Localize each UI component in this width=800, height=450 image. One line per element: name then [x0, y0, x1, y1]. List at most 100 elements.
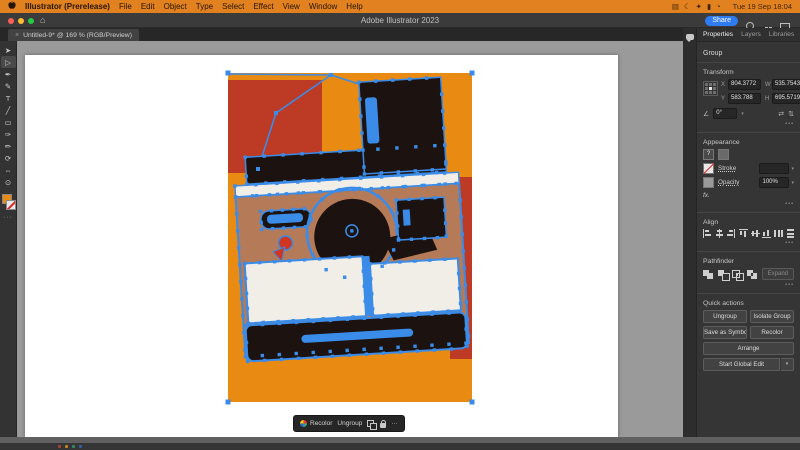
anchor-point[interactable]	[233, 184, 237, 188]
scale-tool-button[interactable]: ⇔	[1, 164, 16, 176]
anchor-point[interactable]	[250, 194, 255, 198]
anchor-point[interactable]	[434, 170, 439, 175]
anchor-point[interactable]	[225, 70, 231, 76]
anchor-point[interactable]	[413, 344, 417, 349]
menu-item-type[interactable]: Type	[196, 2, 213, 11]
dock-app-icon[interactable]	[72, 445, 75, 448]
anchor-point[interactable]	[442, 208, 447, 212]
anchor-point[interactable]	[345, 348, 349, 353]
opacity-link[interactable]: Opacity	[718, 179, 739, 186]
rotate-angle-field[interactable]: 0°	[713, 108, 738, 119]
anchor-point[interactable]	[465, 317, 470, 321]
anchor-point[interactable]	[329, 73, 333, 77]
anchor-point[interactable]	[395, 224, 400, 228]
anchor-point[interactable]	[302, 258, 307, 262]
anchor-point[interactable]	[362, 316, 367, 321]
tab-libraries[interactable]: Libraries	[769, 31, 794, 38]
anchor-point[interactable]	[454, 181, 458, 186]
anchor-point[interactable]	[362, 172, 367, 176]
anchor-point[interactable]	[362, 165, 366, 169]
anchor-point[interactable]	[292, 225, 297, 230]
anchor-point[interactable]	[443, 143, 447, 147]
appearance-more-options[interactable]: •••	[703, 201, 794, 207]
more-tools-button[interactable]: ···	[3, 214, 13, 221]
menu-item-illustrator-prerelease-[interactable]: Illustrator (Prerelease)	[25, 2, 110, 11]
document-tab[interactable]: × Untitled-9* @ 169 % (RGB/Preview)	[8, 29, 139, 41]
anchor-point[interactable]	[361, 148, 365, 152]
anchor-point[interactable]	[338, 149, 342, 154]
anchor-point[interactable]	[245, 182, 249, 187]
opacity-field[interactable]: 100%	[759, 177, 790, 188]
paintbrush-tool-button[interactable]: ✑	[1, 128, 16, 140]
anchor-point[interactable]	[413, 169, 418, 173]
anchor-point[interactable]	[303, 224, 308, 229]
anchor-point[interactable]	[308, 214, 313, 218]
anchor-point[interactable]	[300, 151, 304, 156]
stroke-weight-field[interactable]	[759, 163, 790, 174]
anchor-point[interactable]	[321, 316, 325, 321]
menu-item-file[interactable]: File	[119, 2, 132, 11]
anchor-point[interactable]	[430, 343, 434, 348]
global-edit-dropdown-icon[interactable]: ▾	[781, 358, 794, 371]
recolor-button[interactable]: Recolor	[750, 326, 794, 339]
anchor-point[interactable]	[443, 182, 447, 186]
anchor-point[interactable]	[317, 257, 322, 261]
anchor-point[interactable]	[281, 153, 285, 157]
anchor-point[interactable]	[269, 208, 274, 213]
anchor-point[interactable]	[370, 306, 375, 311]
fx-button[interactable]: fx.	[703, 192, 794, 199]
align-left-icon[interactable]	[703, 229, 711, 238]
anchor-point[interactable]	[422, 236, 427, 241]
anchor-point[interactable]	[430, 168, 435, 172]
anchor-point[interactable]	[359, 114, 363, 118]
anchor-point[interactable]	[240, 296, 244, 301]
anchor-point[interactable]	[389, 209, 394, 213]
anchor-point[interactable]	[243, 276, 248, 281]
anchor-point[interactable]	[401, 312, 405, 316]
anchor-point[interactable]	[369, 186, 374, 191]
anchor-point[interactable]	[328, 318, 333, 323]
anchor-point[interactable]	[409, 237, 414, 242]
anchor-point[interactable]	[369, 277, 373, 281]
anchor-point[interactable]	[257, 260, 262, 265]
anchor-point[interactable]	[358, 97, 362, 101]
anchor-point[interactable]	[363, 299, 367, 304]
anchor-point[interactable]	[371, 313, 375, 318]
anchor-point[interactable]	[260, 353, 265, 358]
anchor-point[interactable]	[443, 221, 448, 225]
anchor-point[interactable]	[256, 167, 260, 171]
anchor-point[interactable]	[245, 357, 250, 362]
anchor-point[interactable]	[377, 174, 382, 178]
anchor-point[interactable]	[242, 261, 247, 266]
menubar-status-icon[interactable]: ◔	[716, 2, 721, 11]
comments-panel-icon[interactable]	[686, 34, 694, 42]
anchor-point[interactable]	[421, 172, 426, 177]
anchor-point[interactable]	[439, 92, 444, 96]
anchor-point[interactable]	[225, 399, 231, 405]
isolate-group-button[interactable]: Isolate Group	[750, 310, 794, 323]
menubar-status-icon[interactable]: ▮	[707, 2, 711, 11]
anchor-point[interactable]	[444, 234, 449, 238]
direct-selection-tool-button[interactable]: ▷	[0, 56, 16, 68]
anchor-point[interactable]	[245, 306, 250, 311]
anchor-point[interactable]	[242, 330, 246, 335]
anchor-point[interactable]	[442, 257, 447, 262]
transform-x-field[interactable]: 804.3772	[728, 79, 761, 90]
tab-layers[interactable]: Layers	[741, 31, 761, 38]
strap-path-top[interactable]	[228, 73, 332, 76]
anchor-point[interactable]	[386, 313, 390, 317]
anchor-point[interactable]	[316, 179, 321, 183]
anchor-point[interactable]	[311, 350, 316, 355]
pathfinder-minus-front-icon[interactable]	[717, 269, 730, 281]
anchor-point[interactable]	[464, 300, 469, 304]
anchor-point[interactable]	[437, 182, 442, 187]
anchor-point[interactable]	[464, 327, 468, 331]
anchor-point[interactable]	[458, 198, 463, 203]
contextual-task-bar[interactable]: Recolor Ungroup ···	[293, 415, 405, 432]
anchor-point[interactable]	[380, 264, 384, 269]
anchor-point[interactable]	[330, 354, 335, 359]
save-as-symbol-button[interactable]: Save as Symbol	[703, 326, 747, 339]
menubar-status-icon[interactable]: ☾	[684, 2, 691, 11]
anchor-point[interactable]	[236, 246, 241, 250]
anchor-point[interactable]	[396, 345, 400, 350]
